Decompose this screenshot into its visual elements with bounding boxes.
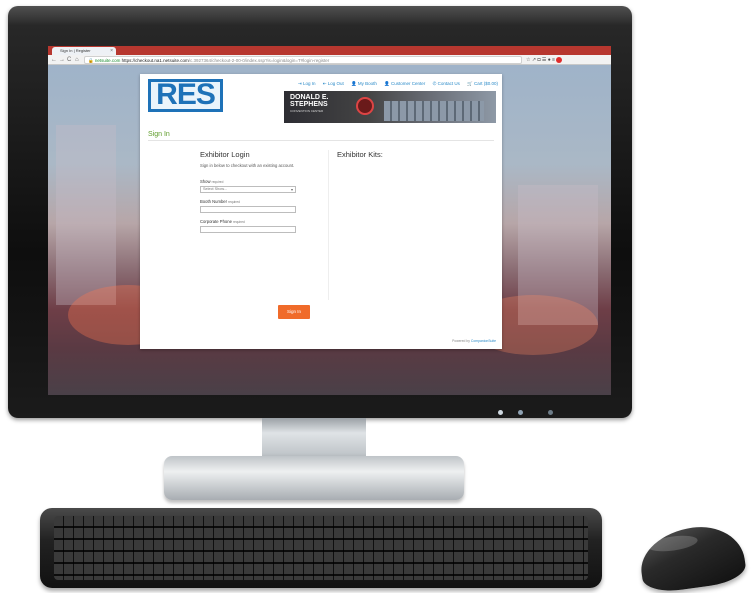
url-path: /c.3927364/checkout-2-00-0/index.ssp?is=… <box>188 58 330 63</box>
powered-by: Powered by CompanionSuite <box>452 339 496 343</box>
power-button[interactable] <box>548 410 553 415</box>
bg-building-left <box>56 125 116 305</box>
sign-in-header: Sign In <box>148 131 494 141</box>
lock-icon: 🔒 <box>88 58 94 63</box>
show-required: required <box>211 180 224 184</box>
keyboard-keys <box>54 516 588 580</box>
top-navigation: ⇥ Log In ⇤ Log Out 👤 My Booth 👤 Customer… <box>270 80 498 88</box>
nav-log-out[interactable]: ⇤ Log Out <box>323 81 344 86</box>
banner-subtitle: CONVENTION CENTER <box>290 109 324 113</box>
forward-icon[interactable]: → <box>59 56 65 64</box>
powered-brand-link[interactable]: CompanionSuite <box>471 339 496 343</box>
nav-customer-center[interactable]: 👤 Customer Center <box>384 81 425 86</box>
booth-label-text: Booth Number <box>200 199 227 204</box>
powered-prefix: Powered by <box>452 339 470 343</box>
login-heading: Exhibitor Login <box>200 150 250 159</box>
desktop-scene: Sign In | Register × ← → C ⌂ 🔒 netsuite.… <box>0 0 752 593</box>
reload-icon[interactable]: C <box>67 56 71 64</box>
nav-contact-us[interactable]: ✆ Contact Us <box>433 81 460 86</box>
bezel-shine <box>8 6 632 26</box>
show-select[interactable]: Select Show... ▾ <box>200 186 296 193</box>
banner-title: DONALD E. STEPHENS <box>290 94 329 108</box>
keyboard <box>40 508 602 588</box>
tab-close-icon[interactable]: × <box>110 47 113 55</box>
corporate-phone-input[interactable] <box>200 226 296 233</box>
mouse <box>636 521 748 593</box>
booth-required: required <box>228 200 240 204</box>
exhibitor-kits-section: Exhibitor Kits: <box>328 150 478 300</box>
address-bar[interactable]: 🔒 netsuite.com https://checkout.na1.nets… <box>84 56 522 64</box>
exhibitor-login-section: Exhibitor Login Sign in below to checkou… <box>200 150 320 239</box>
phone-label-text: Corporate Phone <box>200 219 232 224</box>
monitor: Sign In | Register × ← → C ⌂ 🔒 netsuite.… <box>8 6 632 418</box>
url-host: https://checkout.na1.netsuite.com <box>121 58 189 63</box>
back-icon[interactable]: ← <box>51 56 57 64</box>
banner-building-image <box>384 101 484 121</box>
browser-toolbar: ← → C ⌂ 🔒 netsuite.com https://checkout.… <box>48 55 611 65</box>
show-select-value: Select Show... <box>203 187 228 191</box>
nav-my-booth[interactable]: 👤 My Booth <box>351 81 377 86</box>
url-secure-label: netsuite.com <box>94 58 121 63</box>
kits-heading: Exhibitor Kits: <box>337 150 383 159</box>
browser-tab[interactable]: Sign In | Register × <box>52 47 116 55</box>
monitor-led <box>498 410 503 415</box>
page-title: Sign In <box>148 131 170 138</box>
nav-cart[interactable]: 🛒 Cart ($0.00) <box>467 81 498 86</box>
nav-log-in[interactable]: ⇥ Log In <box>298 81 316 86</box>
browser-tabstrip: Sign In | Register × <box>48 46 611 55</box>
show-label: Show required <box>200 179 320 184</box>
extension-icons[interactable]: ☆ ↗ ◘ ☰ ● ≡ <box>526 56 563 64</box>
booth-number-input[interactable] <box>200 206 296 213</box>
screen: Sign In | Register × ← → C ⌂ 🔒 netsuite.… <box>48 46 611 395</box>
sign-in-button[interactable]: Sign In <box>278 305 310 319</box>
extension-icons-row: ☆ ↗ ◘ ☰ ● ≡ <box>526 57 556 63</box>
monitor-button[interactable] <box>518 410 523 415</box>
booth-label: Booth Number required <box>200 199 320 204</box>
venue-banner: DONALD E. STEPHENS CONVENTION CENTER <box>284 91 496 123</box>
chevron-down-icon: ▾ <box>290 187 293 192</box>
tab-title: Sign In | Register <box>60 48 91 53</box>
login-description: Sign in below to checkout with an existi… <box>200 163 295 168</box>
show-label-text: Show <box>200 179 211 184</box>
res-logo[interactable]: RES <box>148 79 223 112</box>
mouse-shine <box>647 533 699 554</box>
monitor-stand-base <box>164 456 464 500</box>
page-card: RES ⇥ Log In ⇤ Log Out 👤 My Booth 👤 Cust… <box>140 74 502 349</box>
notification-icon[interactable] <box>556 56 563 63</box>
banner-emblem <box>356 97 374 115</box>
phone-label: Corporate Phone required <box>200 219 320 224</box>
home-icon[interactable]: ⌂ <box>75 56 79 64</box>
phone-required: required <box>233 220 245 224</box>
